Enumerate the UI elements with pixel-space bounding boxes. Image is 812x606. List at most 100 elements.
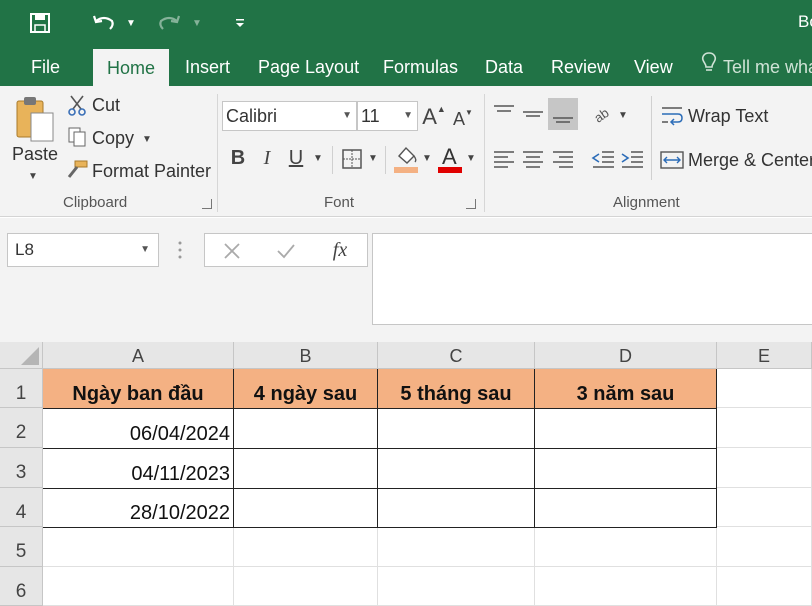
paste-dropdown-icon[interactable]: ▼	[27, 170, 39, 182]
column-header-b[interactable]: B	[234, 342, 378, 369]
font-size-select[interactable]: 11 ▼	[357, 101, 418, 131]
row-header-2[interactable]: 2	[0, 408, 43, 448]
underline-dropdown-icon[interactable]: ▼	[312, 152, 324, 164]
fill-color-dropdown-icon[interactable]: ▼	[421, 152, 433, 164]
cell-c3[interactable]	[378, 449, 535, 489]
merge-center-button[interactable]: Merge & Center	[688, 150, 812, 171]
cell-b5[interactable]	[234, 528, 378, 567]
cell-c5[interactable]	[378, 528, 535, 567]
column-header-a[interactable]: A	[43, 342, 234, 369]
formula-input[interactable]	[372, 233, 812, 325]
column-header-d[interactable]: D	[535, 342, 717, 369]
tab-home[interactable]: Home	[93, 49, 170, 89]
wrap-text-button[interactable]: Wrap Text	[688, 106, 768, 127]
clipboard-launcher-icon[interactable]	[202, 199, 212, 209]
customize-toolbar-icon[interactable]	[232, 8, 248, 38]
redo-dropdown-icon[interactable]: ▼	[190, 8, 204, 38]
merge-center-icon[interactable]	[660, 148, 684, 172]
cell-a4[interactable]: 28/10/2022	[43, 489, 234, 528]
borders-dropdown-icon[interactable]: ▼	[367, 152, 379, 164]
row-header-1[interactable]: 1	[0, 369, 43, 408]
scissors-icon[interactable]	[66, 94, 88, 116]
bold-button[interactable]: B	[228, 146, 248, 170]
tab-view[interactable]: View	[634, 46, 673, 86]
row-header-3[interactable]: 3	[0, 448, 43, 488]
orientation-icon[interactable]: ab	[590, 102, 616, 126]
cell-c4[interactable]	[378, 489, 535, 528]
cell-e6[interactable]	[717, 567, 812, 606]
borders-icon[interactable]	[340, 147, 364, 171]
font-name-select[interactable]: Calibri ▼	[222, 101, 357, 131]
copy-icon[interactable]	[66, 126, 88, 148]
shrink-font-icon[interactable]: A ▼	[452, 108, 474, 130]
undo-dropdown-icon[interactable]: ▼	[124, 8, 138, 38]
cell-c2[interactable]	[378, 409, 535, 449]
cell-b4[interactable]	[234, 489, 378, 528]
cell-a2[interactable]: 06/04/2024	[43, 409, 234, 449]
cell-e3[interactable]	[717, 448, 812, 488]
cell-a6[interactable]	[43, 567, 234, 606]
copy-dropdown-icon[interactable]: ▼	[141, 133, 153, 145]
cell-c6[interactable]	[378, 567, 535, 606]
cell-e5[interactable]	[717, 527, 812, 567]
tab-file[interactable]: File	[31, 46, 60, 86]
cell-d5[interactable]	[535, 528, 717, 567]
cell-b6[interactable]	[234, 567, 378, 606]
increase-indent-icon[interactable]	[619, 146, 645, 172]
wrap-text-icon[interactable]	[660, 104, 684, 128]
row-header-6[interactable]: 6	[0, 567, 43, 606]
cell-b1[interactable]: 4 ngày sau	[234, 369, 378, 409]
align-left-icon[interactable]	[491, 146, 517, 172]
cell-d4[interactable]	[535, 489, 717, 528]
cut-button[interactable]: Cut	[92, 95, 120, 116]
paste-icon[interactable]	[12, 92, 58, 144]
grow-font-icon[interactable]: A ▲	[422, 104, 446, 130]
middle-align-icon[interactable]	[520, 100, 546, 126]
row-header-4[interactable]: 4	[0, 488, 43, 527]
enter-check-icon[interactable]	[275, 240, 297, 262]
cell-d2[interactable]	[535, 409, 717, 449]
bottom-align-icon[interactable]	[548, 98, 578, 130]
row-header-5[interactable]: 5	[0, 527, 43, 567]
tab-insert[interactable]: Insert	[185, 46, 230, 86]
format-painter-icon[interactable]	[64, 159, 90, 181]
tab-formulas[interactable]: Formulas	[383, 46, 458, 86]
save-icon[interactable]	[26, 8, 54, 38]
cell-e1[interactable]	[717, 369, 812, 408]
tab-page-layout[interactable]: Page Layout	[258, 46, 359, 86]
cell-e4[interactable]	[717, 488, 812, 527]
format-painter-button[interactable]: Format Painter	[92, 161, 211, 182]
cell-a1[interactable]: Ngày ban đầu	[43, 369, 234, 409]
font-color-icon[interactable]: A	[437, 144, 463, 174]
insert-function-button[interactable]: fx	[327, 237, 353, 263]
tell-me-search[interactable]: Tell me wha	[701, 46, 812, 86]
font-launcher-icon[interactable]	[466, 199, 476, 209]
cancel-icon[interactable]	[221, 240, 243, 262]
column-header-e[interactable]: E	[717, 342, 812, 369]
font-color-dropdown-icon[interactable]: ▼	[465, 152, 477, 164]
column-header-c[interactable]: C	[378, 342, 535, 369]
cell-c1[interactable]: 5 tháng sau	[378, 369, 535, 409]
cell-b3[interactable]	[234, 449, 378, 489]
align-center-icon[interactable]	[520, 146, 546, 172]
redo-icon[interactable]	[155, 8, 183, 38]
orientation-dropdown-icon[interactable]: ▼	[617, 109, 629, 121]
cell-e2[interactable]	[717, 408, 812, 448]
undo-icon[interactable]	[90, 8, 118, 38]
cell-d6[interactable]	[535, 567, 717, 606]
underline-button[interactable]: U	[286, 146, 306, 170]
italic-button[interactable]: I	[258, 146, 276, 170]
select-all-button[interactable]	[0, 342, 43, 369]
cell-b2[interactable]	[234, 409, 378, 449]
tab-data[interactable]: Data	[485, 46, 523, 86]
cell-d1[interactable]: 3 năm sau	[535, 369, 717, 409]
cell-d3[interactable]	[535, 449, 717, 489]
fill-color-icon[interactable]	[393, 144, 419, 174]
align-right-icon[interactable]	[550, 146, 576, 172]
name-box[interactable]: L8 ▼	[7, 233, 159, 267]
resize-handle-icon[interactable]	[178, 238, 182, 262]
top-align-icon[interactable]	[491, 100, 517, 126]
decrease-indent-icon[interactable]	[590, 146, 616, 172]
tab-review[interactable]: Review	[551, 46, 610, 86]
cell-a5[interactable]	[43, 528, 234, 567]
